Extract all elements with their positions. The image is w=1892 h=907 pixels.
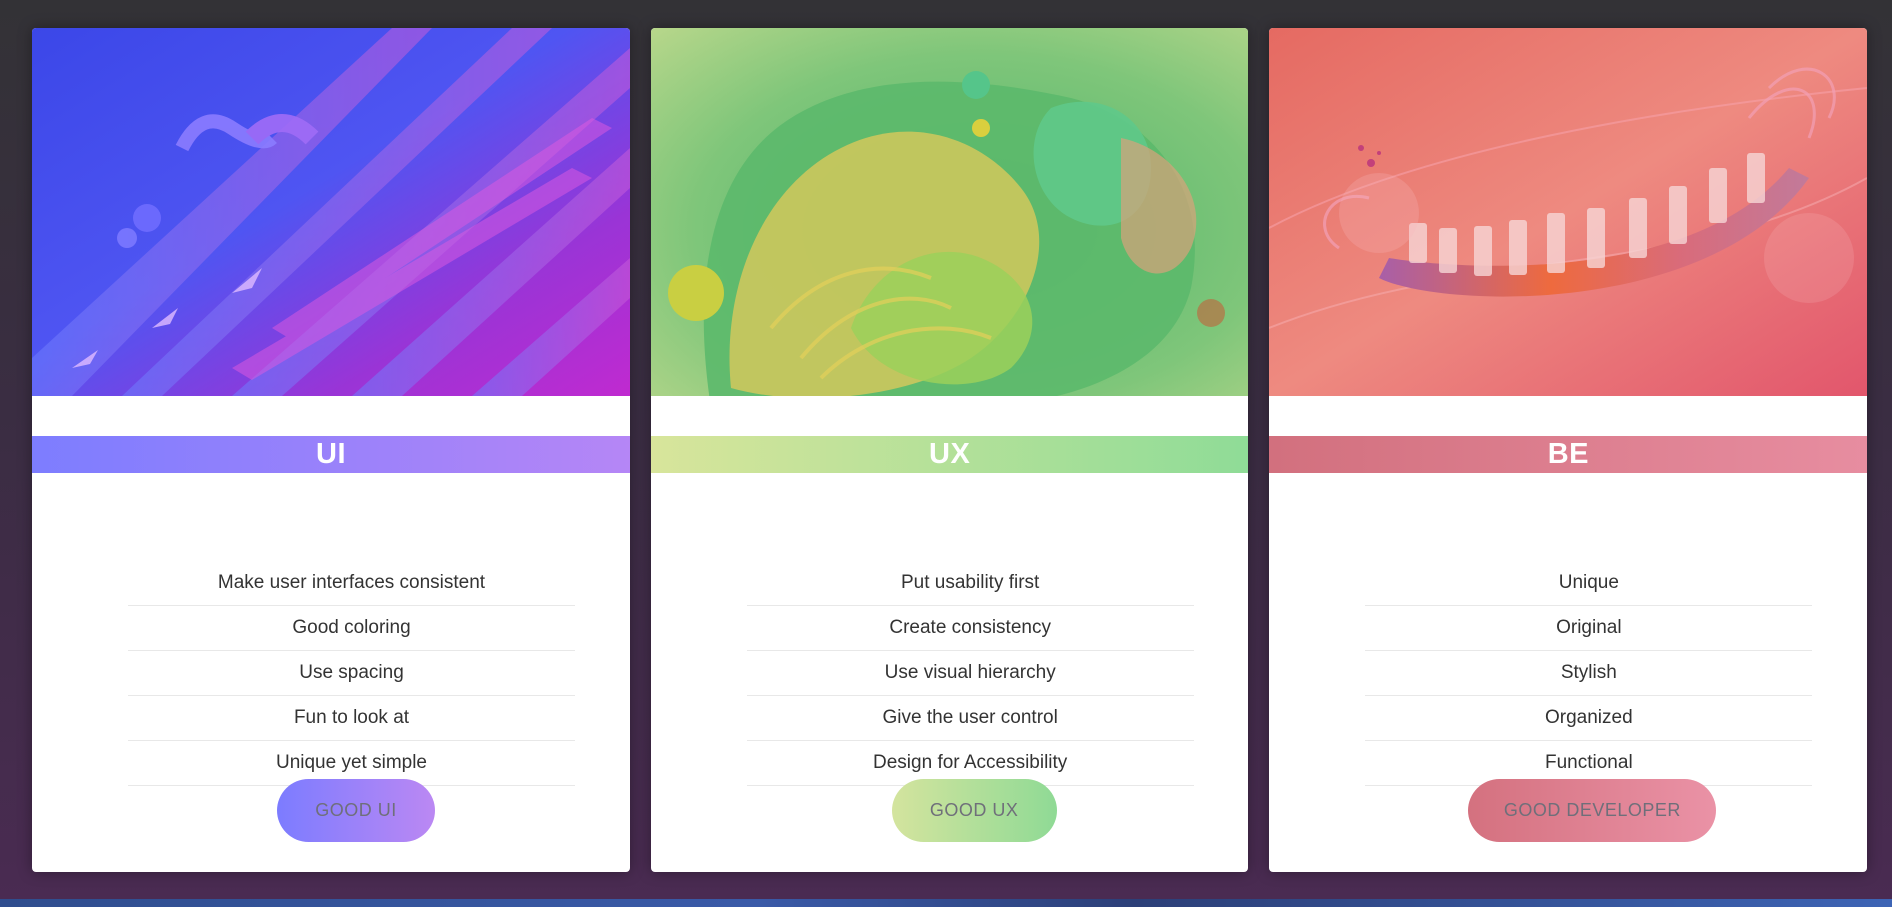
list-item: Make user interfaces consistent xyxy=(128,561,575,606)
cards-container: UI Make user interfaces consistent Good … xyxy=(32,28,1868,872)
piano-keys-image xyxy=(1269,28,1868,396)
list-item: Create consistency xyxy=(746,606,1194,651)
list-item: Use visual hierarchy xyxy=(746,651,1194,696)
fluid-swirl-image xyxy=(650,28,1249,396)
list-item: Give the user control xyxy=(746,696,1194,741)
list-item: Organized xyxy=(1365,696,1813,741)
list-item: Unique xyxy=(1365,561,1813,606)
feature-list: Unique Original Stylish Organized Functi… xyxy=(1365,561,1813,786)
card-title: UX xyxy=(650,436,1249,473)
list-item: Original xyxy=(1365,606,1813,651)
feature-list: Put usability first Create consistency U… xyxy=(746,561,1194,786)
card-ux: UX Put usability first Create consistenc… xyxy=(650,28,1249,872)
card-title: BE xyxy=(1269,436,1868,473)
bottom-strip xyxy=(0,899,1892,907)
feature-list: Make user interfaces consistent Good col… xyxy=(128,561,575,786)
abstract-ribbons-image xyxy=(32,28,630,396)
list-item: Good coloring xyxy=(128,606,575,651)
list-item: Use spacing xyxy=(128,651,575,696)
list-item: Put usability first xyxy=(746,561,1194,606)
card-be: BE Unique Original Stylish Organized Fun… xyxy=(1269,28,1868,872)
good-ui-button[interactable]: GOOD UI xyxy=(277,779,435,842)
card-ui: UI Make user interfaces consistent Good … xyxy=(32,28,630,872)
list-item: Fun to look at xyxy=(128,696,575,741)
card-title: UI xyxy=(32,436,630,473)
list-item: Stylish xyxy=(1365,651,1813,696)
good-developer-button[interactable]: GOOD DEVELOPER xyxy=(1468,779,1717,842)
good-ux-button[interactable]: GOOD UX xyxy=(891,779,1057,842)
